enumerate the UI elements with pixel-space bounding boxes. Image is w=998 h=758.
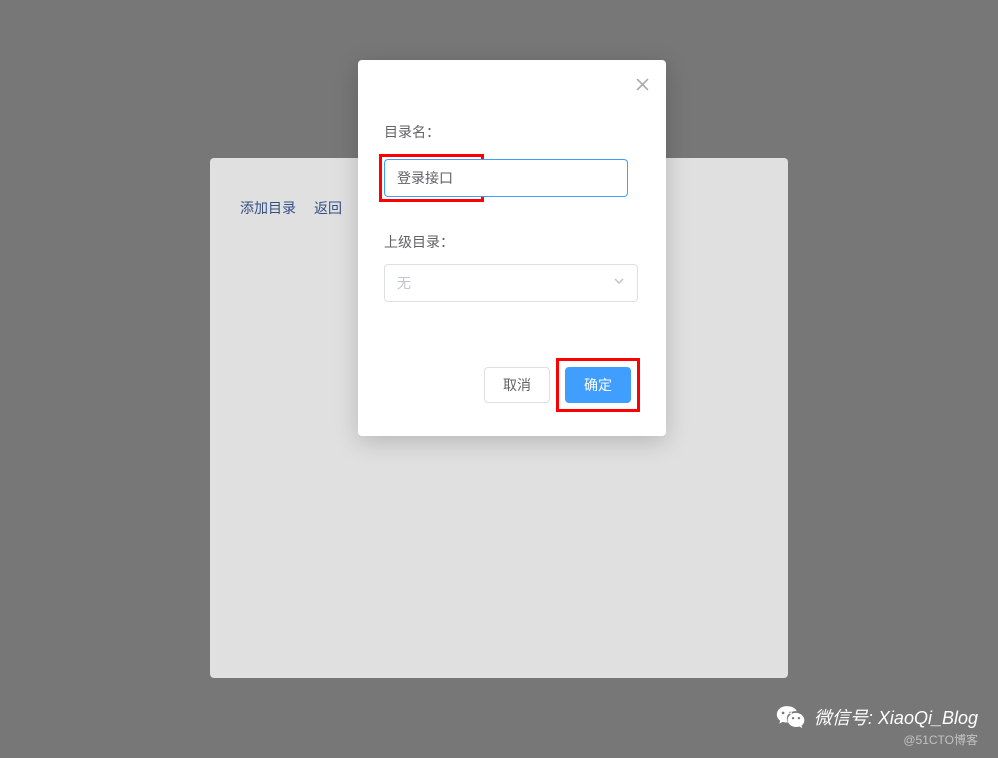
parent-directory-group: 上级目录： 无 bbox=[384, 232, 640, 302]
directory-name-input[interactable] bbox=[384, 159, 479, 197]
directory-name-group: 目录名： bbox=[384, 122, 640, 202]
watermark-text: 微信号: XiaoQi_Blog bbox=[814, 704, 978, 730]
wechat-icon bbox=[776, 704, 806, 730]
close-icon bbox=[636, 78, 649, 91]
add-directory-modal: 目录名： 上级目录： 无 取消 确定 bbox=[358, 60, 666, 436]
close-button[interactable] bbox=[632, 74, 652, 94]
modal-footer: 取消 确定 bbox=[384, 358, 640, 412]
cancel-button[interactable]: 取消 bbox=[484, 367, 550, 403]
parent-directory-label: 上级目录： bbox=[384, 232, 640, 252]
select-placeholder: 无 bbox=[397, 273, 411, 293]
highlight-input bbox=[379, 154, 484, 202]
directory-name-input-ext[interactable] bbox=[479, 159, 628, 197]
parent-directory-select[interactable]: 无 bbox=[384, 264, 638, 302]
confirm-button[interactable]: 确定 bbox=[565, 367, 631, 403]
chevron-down-icon bbox=[613, 274, 625, 292]
highlight-confirm: 确定 bbox=[556, 358, 640, 412]
watermark: 微信号: XiaoQi_Blog bbox=[776, 704, 978, 730]
sub-watermark: @51CTO博客 bbox=[903, 731, 978, 748]
directory-name-label: 目录名： bbox=[384, 122, 640, 142]
